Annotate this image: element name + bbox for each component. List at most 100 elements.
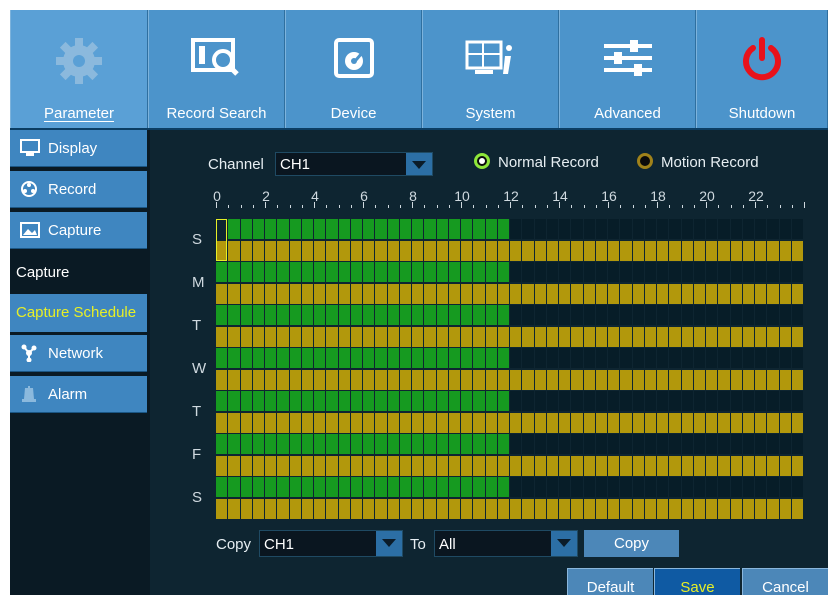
schedule-cell[interactable] xyxy=(669,391,681,411)
schedule-cell[interactable] xyxy=(559,219,571,239)
schedule-cell[interactable] xyxy=(240,369,252,390)
schedule-cell[interactable] xyxy=(448,305,460,325)
schedule-cell[interactable] xyxy=(265,240,277,261)
schedule-cell[interactable] xyxy=(657,477,669,497)
schedule-cell[interactable] xyxy=(742,498,754,519)
schedule-cell[interactable] xyxy=(497,477,509,497)
schedule-cell[interactable] xyxy=(387,326,399,347)
schedule-cell[interactable] xyxy=(461,434,473,454)
schedule-cell[interactable] xyxy=(546,348,558,368)
schedule-cell[interactable] xyxy=(620,326,632,347)
schedule-cell[interactable] xyxy=(681,240,693,261)
schedule-cell[interactable] xyxy=(265,348,277,368)
schedule-cell[interactable] xyxy=(534,326,546,347)
schedule-cell[interactable] xyxy=(681,434,693,454)
schedule-cell[interactable] xyxy=(534,412,546,433)
schedule-cell[interactable] xyxy=(718,391,730,411)
schedule-cell[interactable] xyxy=(461,219,473,239)
sidebar-item-capture[interactable]: Capture xyxy=(10,212,147,249)
schedule-cell[interactable] xyxy=(412,283,424,304)
schedule-cell[interactable] xyxy=(681,455,693,476)
schedule-cell[interactable] xyxy=(387,369,399,390)
save-button[interactable]: Save xyxy=(654,568,740,595)
schedule-cell[interactable] xyxy=(240,455,252,476)
schedule-cell[interactable] xyxy=(571,219,583,239)
schedule-cell[interactable] xyxy=(632,326,644,347)
schedule-cell[interactable] xyxy=(485,498,497,519)
schedule-cell[interactable] xyxy=(767,434,779,454)
schedule-cell[interactable] xyxy=(277,477,289,497)
schedule-cell[interactable] xyxy=(314,477,326,497)
schedule-cell[interactable] xyxy=(767,455,779,476)
schedule-cell[interactable] xyxy=(252,391,264,411)
schedule-cell[interactable] xyxy=(583,455,595,476)
schedule-cell[interactable] xyxy=(546,455,558,476)
schedule-cell[interactable] xyxy=(632,348,644,368)
schedule-cell[interactable] xyxy=(779,305,791,325)
schedule-cell[interactable] xyxy=(693,391,705,411)
schedule-cell[interactable] xyxy=(252,455,264,476)
schedule-cell[interactable] xyxy=(767,219,779,239)
schedule-cell[interactable] xyxy=(350,219,362,239)
schedule-cell[interactable] xyxy=(399,391,411,411)
schedule-cell[interactable] xyxy=(559,391,571,411)
schedule-cell[interactable] xyxy=(632,412,644,433)
schedule-cell[interactable] xyxy=(448,348,460,368)
schedule-cell[interactable] xyxy=(387,348,399,368)
schedule-cell[interactable] xyxy=(657,434,669,454)
schedule-cell[interactable] xyxy=(595,262,607,282)
schedule-cell[interactable] xyxy=(742,412,754,433)
schedule-cell[interactable] xyxy=(608,326,620,347)
schedule-cell[interactable] xyxy=(730,326,742,347)
schedule-cell[interactable] xyxy=(277,219,289,239)
schedule-cell[interactable] xyxy=(510,262,522,282)
schedule-cell[interactable] xyxy=(252,477,264,497)
schedule-cell[interactable] xyxy=(644,326,656,347)
schedule-cell[interactable] xyxy=(767,262,779,282)
schedule-cell[interactable] xyxy=(706,348,718,368)
default-button[interactable]: Default xyxy=(567,568,653,595)
schedule-cell[interactable] xyxy=(473,283,485,304)
schedule-cell[interactable] xyxy=(767,348,779,368)
schedule-cell[interactable] xyxy=(326,283,338,304)
schedule-cell[interactable] xyxy=(669,326,681,347)
schedule-cell[interactable] xyxy=(608,262,620,282)
schedule-cell[interactable] xyxy=(730,283,742,304)
schedule-cell[interactable] xyxy=(571,348,583,368)
schedule-cell[interactable] xyxy=(767,477,779,497)
schedule-cell[interactable] xyxy=(314,262,326,282)
schedule-cell[interactable] xyxy=(301,498,313,519)
schedule-cell[interactable] xyxy=(620,391,632,411)
schedule-cell[interactable] xyxy=(228,412,240,433)
schedule-cell[interactable] xyxy=(375,348,387,368)
sidebar-item-network[interactable]: Network xyxy=(10,335,147,372)
schedule-cell[interactable] xyxy=(620,434,632,454)
schedule-cell[interactable] xyxy=(350,348,362,368)
schedule-cell[interactable] xyxy=(436,348,448,368)
schedule-cell[interactable] xyxy=(632,369,644,390)
schedule-cell[interactable] xyxy=(742,477,754,497)
schedule-cell[interactable] xyxy=(375,369,387,390)
schedule-cell[interactable] xyxy=(571,412,583,433)
schedule-cell[interactable] xyxy=(706,262,718,282)
schedule-cell[interactable] xyxy=(755,262,767,282)
schedule-cell[interactable] xyxy=(546,283,558,304)
schedule-cell[interactable] xyxy=(375,412,387,433)
schedule-cell[interactable] xyxy=(546,240,558,261)
schedule-cell[interactable] xyxy=(485,326,497,347)
schedule-cell[interactable] xyxy=(277,305,289,325)
schedule-cell[interactable] xyxy=(559,369,571,390)
schedule-cell[interactable] xyxy=(314,434,326,454)
schedule-cell[interactable] xyxy=(240,412,252,433)
schedule-cell[interactable] xyxy=(436,262,448,282)
schedule-cell[interactable] xyxy=(228,498,240,519)
schedule-cell[interactable] xyxy=(448,219,460,239)
schedule-cell[interactable] xyxy=(338,455,350,476)
schedule-cell[interactable] xyxy=(350,240,362,261)
schedule-cell[interactable] xyxy=(559,498,571,519)
sidebar-item-display[interactable]: Display xyxy=(10,130,147,167)
schedule-cell[interactable] xyxy=(436,326,448,347)
schedule-cell[interactable] xyxy=(730,455,742,476)
schedule-cell[interactable] xyxy=(485,369,497,390)
schedule-cell[interactable] xyxy=(779,348,791,368)
